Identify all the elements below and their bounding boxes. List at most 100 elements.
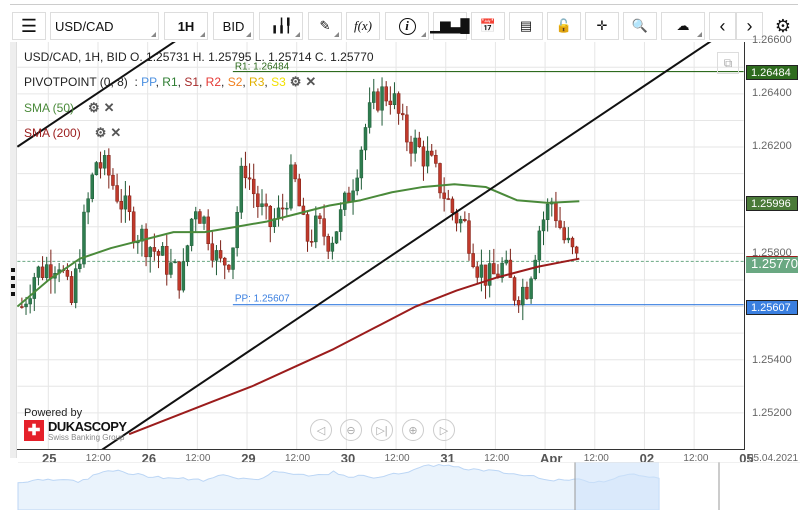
pivot-settings-icon[interactable]: ⚙ — [290, 74, 302, 90]
left-resize-strip[interactable] — [10, 42, 17, 458]
candle — [537, 230, 542, 261]
candle — [309, 241, 314, 243]
candle — [376, 91, 380, 111]
pivot-close-icon[interactable]: ✕ — [305, 74, 316, 90]
candle — [144, 228, 148, 258]
candle — [314, 215, 318, 243]
magnifier-icon: 🔍 — [631, 18, 649, 33]
candle — [247, 177, 252, 180]
candle — [256, 193, 260, 207]
candle — [421, 146, 426, 167]
indicators-button[interactable]: f(x) — [346, 12, 380, 40]
sma200-close-icon[interactable]: ✕ — [110, 125, 121, 141]
menu-button[interactable]: ☰ — [12, 12, 46, 40]
pivot-item-pp: PP — [141, 75, 156, 89]
candle — [90, 174, 95, 199]
sma50-close-icon[interactable]: ✕ — [104, 100, 115, 116]
info-button[interactable]: i — [385, 12, 429, 40]
candle — [260, 203, 264, 207]
news-button[interactable]: ▤ — [509, 12, 543, 40]
candle — [516, 300, 521, 306]
cloud-upload-icon: ☁ — [676, 18, 690, 33]
candle — [400, 113, 405, 116]
top-divider — [10, 4, 798, 5]
candle — [525, 286, 529, 299]
candle — [343, 192, 347, 210]
sma50-label: SMA (50) — [24, 101, 75, 115]
candle — [492, 263, 496, 275]
candle — [127, 195, 132, 213]
candle — [231, 247, 235, 270]
candle — [338, 209, 343, 232]
candle — [268, 205, 273, 227]
draw-button[interactable]: ✎ — [308, 12, 342, 40]
zoom-button[interactable]: 🔍 — [623, 12, 657, 40]
candle — [388, 100, 393, 105]
pencil-icon: ✎ — [319, 18, 331, 33]
zoom-out-button[interactable]: ⊖ — [340, 419, 362, 441]
candle — [409, 141, 413, 154]
lock-icon: 🔓 — [555, 18, 573, 33]
candle — [222, 257, 227, 266]
dukascopy-logo: ✚ — [24, 420, 44, 441]
candle — [446, 198, 451, 200]
lock-button[interactable]: 🔓 — [547, 12, 581, 40]
calendar-icon: 📅 — [479, 18, 497, 33]
candle — [533, 259, 537, 279]
scroll-left-button[interactable]: ◁ — [310, 419, 332, 441]
candle — [326, 236, 330, 252]
candle — [458, 218, 463, 224]
timeframe-select[interactable]: 1H — [164, 12, 208, 40]
pivot-item-r1: R1 — [162, 75, 178, 89]
candle — [69, 276, 74, 303]
zoom-in-button[interactable]: ⊕ — [402, 419, 424, 441]
scroll-end-button[interactable]: ▷| — [371, 419, 393, 441]
popout-button[interactable]: ⧉ — [717, 52, 739, 74]
candle — [156, 251, 161, 256]
y-tick-label: 1.26200 — [752, 140, 792, 153]
candle — [107, 155, 111, 176]
candle — [206, 216, 210, 244]
sma200-legend: SMA (200) ⚙ ✕ — [24, 125, 121, 141]
candle — [562, 227, 566, 241]
candle — [425, 150, 430, 167]
candle — [78, 263, 82, 269]
bar-chart-icon: ▁▆▃█ — [430, 18, 470, 33]
symbol-select[interactable]: USD/CAD — [50, 12, 159, 40]
navigator-window[interactable] — [575, 462, 659, 510]
candle — [384, 86, 388, 102]
chart-type-button[interactable]: ╻╽╿ — [259, 12, 303, 40]
crosshair-button[interactable]: ✛ — [585, 12, 619, 40]
candle — [318, 215, 322, 219]
pp-badge: 1.25607 — [746, 300, 798, 315]
candle — [148, 247, 152, 258]
prev-button[interactable]: ‹ — [709, 12, 736, 40]
export-button[interactable]: ☁ — [661, 12, 705, 40]
fx-icon: f(x) — [353, 18, 373, 33]
calendar-button[interactable]: 📅 — [471, 12, 505, 40]
navigator[interactable] — [10, 462, 800, 510]
candle — [396, 93, 401, 114]
candle — [169, 262, 173, 275]
price-chart[interactable]: R1: 1.26484PP: 1.25607 — [17, 42, 745, 450]
candle — [40, 266, 45, 278]
candle — [413, 137, 417, 154]
sma50-settings-icon[interactable]: ⚙ — [88, 100, 100, 116]
volume-button[interactable]: ▁▆▃█ — [430, 12, 470, 40]
scroll-right-button[interactable]: ▷ — [433, 419, 455, 441]
sma200-settings-icon[interactable]: ⚙ — [95, 125, 107, 141]
candle — [405, 114, 409, 143]
candle — [32, 277, 37, 299]
candle — [297, 178, 301, 207]
candle — [44, 264, 49, 278]
candle — [529, 278, 533, 299]
candle — [202, 216, 206, 224]
candle — [98, 162, 103, 169]
candle — [363, 127, 368, 151]
candle — [243, 165, 248, 179]
candle — [198, 211, 202, 224]
candle — [359, 149, 364, 179]
candle — [65, 270, 70, 277]
candle — [251, 178, 256, 195]
side-select[interactable]: BID — [213, 12, 254, 40]
